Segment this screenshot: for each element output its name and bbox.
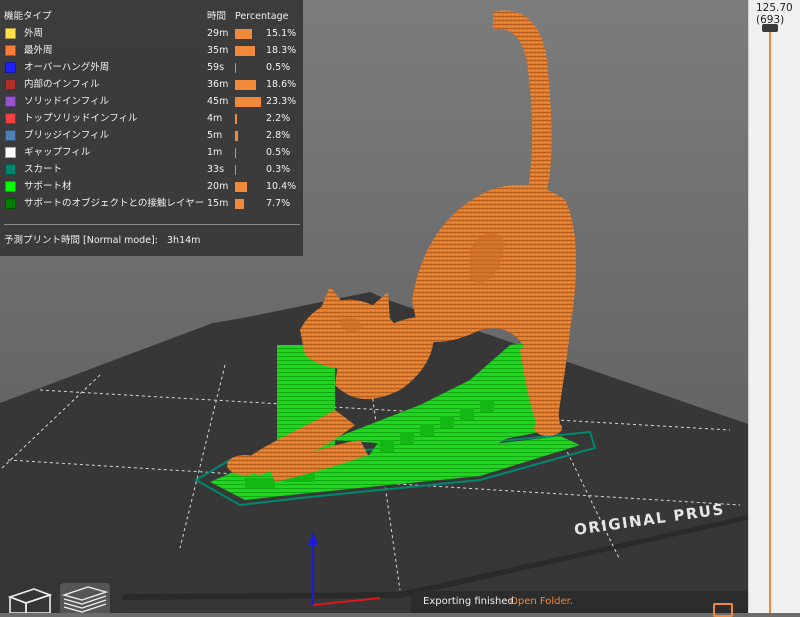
legend-time-header: 時間 — [207, 11, 227, 22]
legend-swatch — [5, 62, 16, 73]
export-notification: Exporting finished. Open Folder. — [411, 591, 748, 617]
legend-percentage-bar — [235, 199, 244, 209]
legend-row: オーバーハング外周 59s 0.5% — [0, 61, 303, 75]
legend-feature-percentage: 23.3% — [266, 96, 297, 107]
legend-swatch — [5, 181, 16, 192]
legend-percentage-bar — [235, 148, 236, 158]
legend-row: トップソリッドインフィル 4m 2.2% — [0, 112, 303, 126]
legend-row: ギャップフィル 1m 0.5% — [0, 146, 303, 160]
legend-feature-name: サポート材 — [24, 181, 72, 192]
legend-feature-percentage: 0.3% — [266, 164, 291, 175]
legend-percentage-bar — [235, 46, 256, 56]
legend-feature-time: 1m — [207, 147, 223, 158]
legend-feature-time: 45m — [207, 96, 229, 107]
legend-swatch — [5, 45, 16, 56]
legend-feature-time: 4m — [207, 113, 223, 124]
legend-swatch — [5, 164, 16, 175]
legend-feature-percentage: 10.4% — [266, 181, 297, 192]
legend-feature-name: 外周 — [24, 28, 44, 39]
legend-row: サポートのオブジェクトとの接触レイヤー 15m 7.7% — [0, 197, 303, 211]
slider-top-height: 125.70 — [756, 2, 793, 14]
legend-feature-percentage: 2.8% — [266, 130, 291, 141]
legend-percentage-bar — [235, 114, 238, 124]
legend-feature-header: 機能タイプ — [4, 11, 52, 22]
legend-feature-time: 36m — [207, 79, 229, 90]
legend-feature-name: オーバーハング外周 — [24, 62, 110, 73]
notification-text: Exporting finished. — [423, 596, 518, 607]
legend-feature-name: 最外周 — [24, 45, 53, 56]
view-layers-button[interactable] — [60, 583, 110, 613]
legend-row: 外周 29m 15.1% — [0, 27, 303, 41]
legend-swatch — [5, 96, 16, 107]
legend-feature-name: 内部のインフィル — [24, 79, 100, 90]
legend-swatch — [5, 147, 16, 158]
legend-row: ブリッジインフィル 5m 2.8% — [0, 129, 303, 143]
legend-feature-time: 20m — [207, 181, 229, 192]
legend-feature-time: 59s — [207, 62, 225, 73]
layer-slider-panel: 125.70 (693) — [748, 0, 800, 613]
legend-swatch — [5, 79, 16, 90]
legend-feature-time: 15m — [207, 198, 229, 209]
legend-feature-percentage: 0.5% — [266, 62, 291, 73]
legend-swatch — [5, 130, 16, 141]
legend-feature-name: スカート — [24, 164, 63, 175]
legend-feature-time: 35m — [207, 45, 229, 56]
legend-panel: 機能タイプ 時間 Percentage 外周 29m 15.1% 最外周 35m 18.3… — [0, 0, 303, 256]
print-time: 予測プリント時間 [Normal mode]: 3h14m — [4, 234, 200, 248]
legend-row: 最外周 35m 18.3% — [0, 44, 303, 58]
legend-row: 内部のインフィル 36m 18.6% — [0, 78, 303, 92]
close-icon[interactable] — [713, 603, 733, 617]
legend-feature-time: 5m — [207, 130, 223, 141]
legend-feature-name: サポートのオブジェクトとの接触レイヤー — [24, 198, 205, 209]
legend-percentage-bar — [235, 29, 252, 39]
legend-swatch — [5, 198, 16, 209]
cube-icon — [7, 588, 53, 614]
legend-feature-time: 29m — [207, 28, 229, 39]
legend-feature-percentage: 7.7% — [266, 198, 291, 209]
legend-percentage-bar — [235, 80, 256, 90]
legend-percentage-bar — [235, 131, 239, 141]
legend-feature-percentage: 18.6% — [266, 79, 297, 90]
print-time-label: 予測プリント時間 [Normal mode]: — [4, 235, 158, 246]
legend-feature-percentage: 2.2% — [266, 113, 291, 124]
layer-slider-track[interactable] — [769, 30, 771, 613]
legend-row: スカート 33s 0.3% — [0, 163, 303, 177]
view-toolbar — [0, 578, 122, 614]
print-time-value: 3h14m — [167, 235, 201, 246]
legend-swatch — [5, 28, 16, 39]
legend-feature-percentage: 18.3% — [266, 45, 297, 56]
layer-slider-thumb[interactable] — [762, 24, 778, 32]
legend-percentage-bar — [235, 182, 247, 192]
legend-percentage-header: Percentage — [235, 11, 289, 22]
open-folder-link[interactable]: Open Folder. — [510, 596, 573, 607]
legend-percentage-bar — [235, 165, 236, 175]
legend-row: ソリッドインフィル 45m 23.3% — [0, 95, 303, 109]
legend-feature-name: トップソリッドインフィル — [24, 113, 138, 124]
legend-divider — [4, 224, 300, 225]
legend-swatch — [5, 113, 16, 124]
legend-feature-time: 33s — [207, 164, 225, 175]
legend-percentage-bar — [235, 97, 261, 107]
legend-feature-percentage: 15.1% — [266, 28, 297, 39]
legend-percentage-bar — [235, 63, 236, 73]
slider-top-readout: 125.70 (693) — [756, 2, 793, 26]
view-3d-button[interactable] — [4, 583, 54, 614]
legend-feature-name: ソリッドインフィル — [24, 96, 110, 107]
legend-feature-name: ブリッジインフィル — [24, 130, 110, 141]
legend-feature-name: ギャップフィル — [24, 147, 91, 158]
layers-icon — [61, 586, 109, 613]
legend-feature-percentage: 0.5% — [266, 147, 291, 158]
legend-row: サポート材 20m 10.4% — [0, 180, 303, 194]
